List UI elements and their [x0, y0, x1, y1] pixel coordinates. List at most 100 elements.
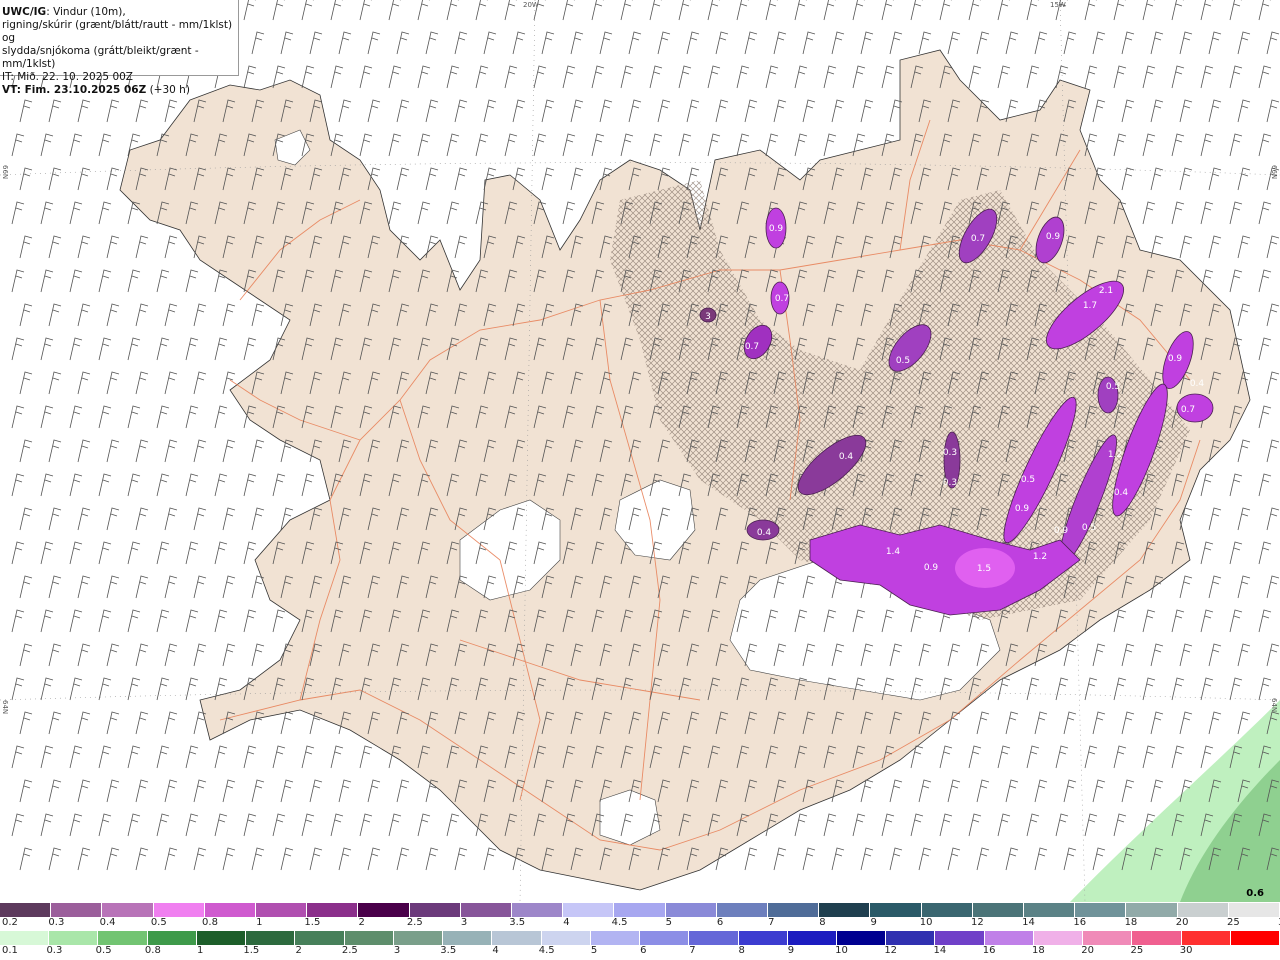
legend-snow-label: 4.5 [611, 917, 628, 928]
legend-rain-swatch [246, 931, 296, 945]
precip-label: 0.4 [839, 452, 854, 462]
legend-rain-swatch [689, 931, 739, 945]
precip-label: 0.3 [943, 478, 957, 488]
legend-snow-label: 9 [870, 917, 877, 928]
precip-label: 0.7 [775, 294, 789, 304]
legend-rain-swatch [147, 931, 197, 945]
legend-rain-swatch [196, 931, 247, 945]
legend-rain-swatch [590, 931, 641, 945]
legend-snow-label: 0.5 [150, 917, 167, 928]
legend-snow-label: 1 [256, 917, 263, 928]
precip-label: 0.5 [896, 356, 910, 366]
precip-label: 0.3 [943, 448, 957, 458]
legend-snow-swatch [921, 903, 973, 917]
legend-rain: 0.1 0.3 0.5 0.8 1 1.5 2 2.5 3 3.5 4 4.5 5 6 7 8 9 10 12 14 1… [0, 931, 1280, 960]
legend-rain-swatch [886, 931, 936, 945]
legend-snow: 0.2 0.3 0.4 0.5 0.8 1 1.5 2 2.5 3 3.5 4 4.5 5 6 7 8 9 10 12… [0, 903, 1280, 932]
legend-rain-swatch [393, 931, 444, 945]
legend-snow-swatch [512, 903, 564, 917]
legend-snow-swatch [102, 903, 154, 917]
legend-snow-label: 2 [358, 917, 365, 928]
legend-snow-label: 7 [768, 917, 775, 928]
legend-snow-label: 12 [970, 917, 984, 928]
legend-snow-label: 4 [563, 917, 570, 928]
legend-snow-label: 1.5 [304, 917, 321, 928]
legend-rain-swatch [49, 931, 99, 945]
legend-rain-label: 7 [689, 945, 696, 956]
legend-rain-swatch [1132, 931, 1182, 945]
grid-label-64n-left: 64N [1, 700, 9, 715]
grid-label-20w: 20W [523, 1, 539, 9]
legend-rain-swatch [1230, 931, 1280, 945]
legend-rain-swatch [0, 931, 50, 945]
legend-snow-swatch [972, 903, 1025, 917]
legend-snow-label: 0.2 [2, 917, 18, 928]
legend-rain-swatch [1033, 931, 1084, 945]
precip-label: 1.4 [886, 547, 901, 557]
precip-label: 0.9 [769, 224, 784, 234]
precip-label: 2.1 [1099, 286, 1113, 296]
legend-rain-swatch [1181, 931, 1231, 945]
legend-snow-label: 25 [1226, 917, 1240, 928]
legend-rain-swatch [98, 931, 148, 945]
legend-snow-swatch [716, 903, 769, 917]
legend-snow-swatch [1075, 903, 1127, 917]
precip-label: 0.5 [1106, 382, 1120, 392]
legend-rain-swatch [443, 931, 493, 945]
legend-snow-label: 0.4 [99, 917, 116, 928]
legend-rain-label: 1 [197, 945, 204, 956]
legend-rain-label: 4 [492, 945, 499, 956]
legend-rain-label: 16 [982, 945, 996, 956]
info-title-rest: : Vindur (10m), [46, 6, 126, 18]
legend-rain-label: 8 [738, 945, 745, 956]
precip-label: 0.9 [924, 563, 939, 573]
legend-snow-swatch [0, 903, 52, 917]
legend-rain-swatch [295, 931, 345, 945]
legend-rain-label: 10 [835, 945, 848, 956]
legend-snow-swatch [256, 903, 308, 917]
legend-rain-swatch [640, 931, 690, 945]
legend-snow-swatch [870, 903, 922, 917]
legend-rain-swatch [1083, 931, 1133, 945]
legend-rain-swatch [984, 931, 1034, 945]
precip-label: 0.4 [1114, 488, 1129, 498]
legend-snow-label: 5 [665, 917, 673, 928]
legend-snow-label: 6 [716, 917, 724, 928]
legend-snow-swatch [358, 903, 410, 917]
legend-rain-swatch [935, 931, 985, 945]
grid-label-66n-left: 66N [1, 165, 9, 180]
precip-label: 0.7 [1181, 405, 1195, 415]
legend-snow-swatch [768, 903, 820, 917]
legend-snow-label: 0.3 [48, 917, 65, 928]
legend-snow-label: 0.8 [202, 917, 218, 928]
grid-label-15w: 15W [1050, 1, 1066, 9]
legend-snow-swatch [819, 903, 871, 917]
legend-rain-label: 2 [295, 945, 302, 956]
legend-snow-label: 8 [819, 917, 826, 928]
legend-rain-label: 4.5 [538, 945, 555, 956]
legend-rain-label: 18 [1032, 945, 1045, 956]
legend-rain-label: 14 [933, 945, 947, 956]
legend-snow-swatch [665, 903, 717, 917]
legend-snow-swatch [1177, 903, 1229, 917]
legend-rain-swatch [836, 931, 887, 945]
legend-rain-swatch [738, 931, 788, 945]
legend-snow-swatch [1024, 903, 1076, 917]
legend-snow-swatch [1126, 903, 1178, 917]
legend-rain-label: 12 [884, 945, 898, 956]
legend-rain-swatch [492, 931, 542, 945]
info-line2: rigning/skúrir (grænt/blátt/rautt - mm/1… [2, 19, 233, 44]
legend-rain-label: 0.3 [46, 945, 63, 956]
precip-label: 0.7 [971, 234, 985, 244]
precip-label: 0.9 [1015, 504, 1030, 514]
legend-snow-swatch [563, 903, 615, 917]
legend-rain-label: 30 [1179, 945, 1193, 956]
legend-snow-label: 3 [460, 917, 468, 928]
legend-rain-swatch [787, 931, 837, 945]
corner-value: 0.6 [1246, 888, 1264, 899]
legend-rain-label: 20 [1081, 945, 1094, 956]
legend-rain-label: 6 [640, 945, 647, 956]
legend-snow-swatch [460, 903, 513, 917]
info-line3: slydda/snjókoma (grátt/bleikt/grænt - mm… [2, 45, 199, 70]
legend-snow-label: 14 [1022, 917, 1035, 928]
